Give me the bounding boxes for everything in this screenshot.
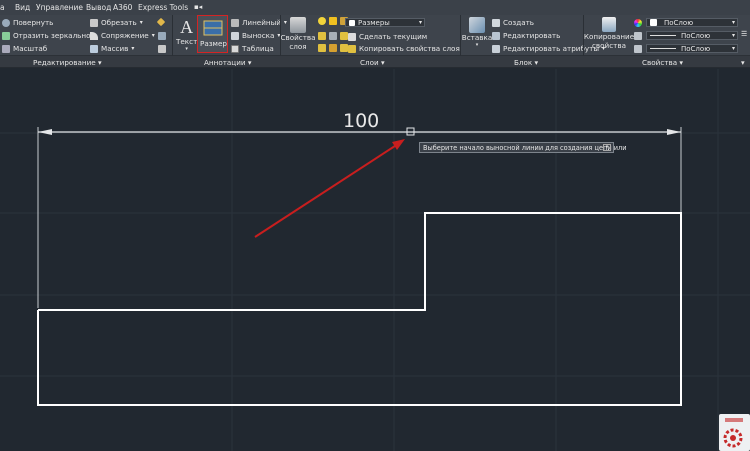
dimension-arrow-right-icon <box>667 129 681 135</box>
site-logo <box>719 414 750 451</box>
drawing-layer <box>0 69 750 451</box>
gear-logo-icon <box>723 418 743 448</box>
tooltip-options-icon[interactable]: ▾ <box>603 144 611 151</box>
red-pointer-arrow <box>254 143 399 238</box>
command-prompt-tooltip: Выберите начало выносной линии для созда… <box>419 142 627 153</box>
dimension-arrow-left-icon <box>38 129 52 135</box>
dimension-value: 100 <box>343 110 380 132</box>
